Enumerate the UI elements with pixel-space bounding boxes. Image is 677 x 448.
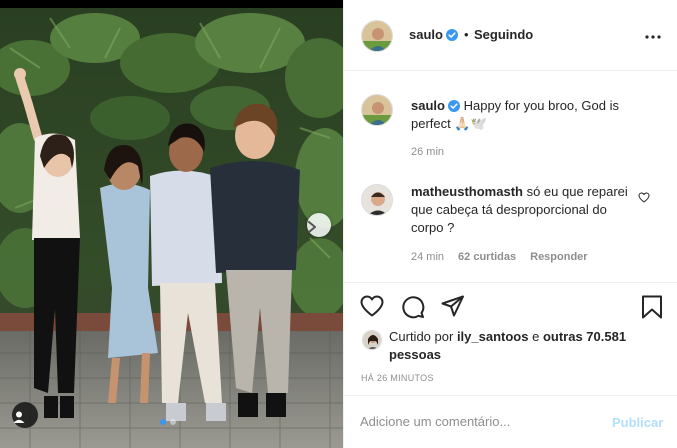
commenter-avatar-image [362,185,392,215]
comment-text-block: matheusthomasth só eu que reparei que ca… [411,183,631,237]
liker-avatar-image [363,331,381,349]
post-details-panel: saulo • Seguindo saulo Happy for you bro… [343,0,677,448]
verified-badge-icon [445,29,458,41]
comment-time[interactable]: 24 min [411,251,444,263]
comment-button[interactable] [401,295,425,322]
more-options-icon [645,35,661,39]
verified-badge-icon [447,100,460,112]
heart-icon [638,192,650,203]
carousel-next-button[interactable] [307,213,331,237]
post-image [0,8,343,448]
comment-icon [402,296,425,319]
caption-author-avatar[interactable] [361,94,393,126]
user-tag-icon [13,411,25,423]
author-username[interactable]: saulo [409,27,458,42]
caption-time[interactable]: 26 min [411,146,444,158]
likes-connector: e [532,329,540,344]
heart-icon [360,295,384,317]
post-header: saulo • Seguindo [344,0,677,71]
save-button[interactable] [641,295,663,322]
likes-text: Curtido por ily_santoos e outras 70.581 … [389,328,649,364]
comment-input[interactable] [360,410,590,432]
commenter-avatar[interactable] [361,184,393,216]
like-button[interactable] [360,295,384,320]
author-avatar-image [362,21,392,51]
post-timestamp[interactable]: HÁ 26 MINUTOS [361,373,434,383]
carousel-dot-1 [160,419,166,425]
user-tags-button[interactable] [12,402,38,428]
comment-meta: 24 min 62 curtidas Responder [411,251,588,263]
more-options-button[interactable] [645,29,661,43]
share-button[interactable] [441,295,465,320]
add-comment-bar: Publicar [344,395,677,448]
liker-username[interactable]: ily_santoos [457,329,529,344]
header-separator: • [464,27,469,42]
share-icon [441,295,464,317]
reply-button[interactable]: Responder [530,251,587,263]
commenter-username[interactable]: matheusthomasth [411,184,523,199]
post-photo[interactable] [0,0,343,448]
author-username-text[interactable]: saulo [409,27,443,42]
caption-username[interactable]: saulo [411,98,445,113]
next-arrow-icon [308,221,316,233]
comment-likes[interactable]: 62 curtidas [458,251,516,263]
carousel-dot-2 [170,419,176,425]
likes-prefix: Curtido por [389,329,454,344]
caption-text-block: saulo Happy for you broo, God is perfect… [411,97,646,133]
photo-top-bar [0,0,343,8]
comment-like-button[interactable] [638,192,650,206]
following-button[interactable]: Seguindo [474,27,533,42]
carousel-indicator [160,419,176,425]
liker-avatar[interactable] [362,330,382,350]
caption-avatar-image [362,95,392,125]
author-avatar[interactable] [361,20,393,52]
publish-button[interactable]: Publicar [612,415,663,430]
bookmark-icon [642,295,662,319]
post-actions [344,282,677,330]
